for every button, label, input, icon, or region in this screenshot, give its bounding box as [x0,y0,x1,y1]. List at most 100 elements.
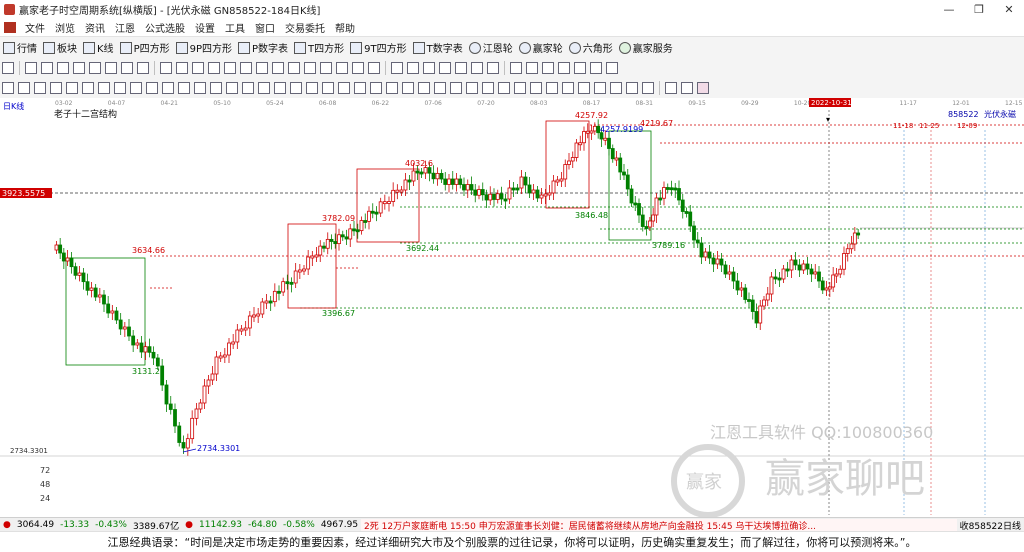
p-square-button[interactable]: P四方形 [117,40,173,55]
car-icon[interactable] [590,62,602,74]
cycle-line-icon[interactable] [226,82,238,94]
print-icon[interactable] [558,62,570,74]
cycle-icon[interactable] [25,62,37,74]
grid-icon[interactable] [2,62,14,74]
arrow-icon[interactable] [2,82,14,94]
ruler-icon[interactable] [418,82,430,94]
menu-help[interactable]: 帮助 [330,20,360,35]
angle-icon[interactable] [290,82,302,94]
restore-button[interactable]: ❐ [964,0,994,18]
menu-settings[interactable]: 设置 [190,20,220,35]
arc-icon[interactable] [162,82,174,94]
diamond-icon[interactable] [320,62,332,74]
hexagon-button[interactable]: 六角形 [566,40,616,55]
menu-file[interactable]: 文件 [20,20,50,35]
candle-icon[interactable] [73,62,85,74]
layer-icon[interactable] [610,82,622,94]
bar-icon[interactable] [57,62,69,74]
time-icon[interactable] [242,82,254,94]
undo-icon[interactable] [498,82,510,94]
volume-icon[interactable] [121,62,133,74]
service-button[interactable]: 赢家服务 [616,40,676,55]
export-icon[interactable] [574,62,586,74]
gann-fan-icon[interactable] [354,82,366,94]
chart2-icon[interactable] [681,82,693,94]
p-table-button[interactable]: P数字表 [235,40,291,55]
9t-square-button[interactable]: 9T四方形 [347,40,409,55]
vline-icon[interactable] [50,82,62,94]
percent-icon[interactable] [322,82,334,94]
forward-icon[interactable] [208,62,220,74]
ellipse-icon[interactable] [114,82,126,94]
candle-up-icon[interactable] [105,62,117,74]
menu-info[interactable]: 资讯 [80,20,110,35]
line-icon[interactable] [423,62,435,74]
window-icon[interactable] [626,82,638,94]
gann-box-icon[interactable] [370,82,382,94]
zoom-icon[interactable] [18,82,30,94]
candle-down-icon[interactable] [89,62,101,74]
rect-icon[interactable] [130,82,142,94]
diamond-icon[interactable] [352,62,364,74]
sector-button[interactable]: 板块 [40,40,80,55]
9p-square-button[interactable]: 9P四方形 [173,40,235,55]
t-table-button[interactable]: T数字表 [410,40,466,55]
copy-icon[interactable] [466,82,478,94]
crosshair-icon[interactable] [407,62,419,74]
first-icon[interactable] [160,62,172,74]
menu-browse[interactable]: 浏览 [50,20,80,35]
fan-icon[interactable] [487,62,499,74]
flag2-icon[interactable] [562,82,574,94]
color-icon[interactable] [455,62,467,74]
last-icon[interactable] [240,62,252,74]
fib-icon[interactable] [194,82,206,94]
table-icon[interactable] [510,62,522,74]
diamond-icon[interactable] [256,62,268,74]
spiral-icon[interactable] [178,82,190,94]
box-icon[interactable] [274,82,286,94]
diamond-icon[interactable] [288,62,300,74]
minimize-button[interactable]: — [934,0,964,18]
calc-icon[interactable] [526,62,538,74]
diamond-icon[interactable] [368,62,380,74]
menu-window[interactable]: 窗口 [250,20,280,35]
winner-wheel-button[interactable]: 赢家轮 [516,40,566,55]
menu-tools[interactable]: 工具 [220,20,250,35]
speed-icon[interactable] [402,82,414,94]
square-icon[interactable] [258,82,270,94]
text-icon[interactable] [439,62,451,74]
note-icon[interactable] [578,82,590,94]
table2-icon[interactable] [665,82,677,94]
redo-icon[interactable] [514,82,526,94]
hand-icon[interactable] [391,62,403,74]
menu-formula[interactable]: 公式选股 [140,20,190,35]
gann-line-icon[interactable] [338,82,350,94]
flag-icon[interactable] [137,62,149,74]
ray-icon[interactable] [98,82,110,94]
grid-line-icon[interactable] [306,82,318,94]
save-icon[interactable] [542,62,554,74]
kline-button[interactable]: K线 [80,40,117,55]
paste-icon[interactable] [482,82,494,94]
lock-icon[interactable] [450,82,462,94]
diamond-icon[interactable] [336,62,348,74]
prev-icon[interactable] [176,62,188,74]
book-icon[interactable] [606,62,618,74]
triangle-icon[interactable] [146,82,158,94]
hline-icon[interactable] [34,82,46,94]
chart-area[interactable]: 03-02 04-07 04-21 05-10 05-24 06-08 06-22 07-06… [0,97,1024,518]
trend-icon[interactable] [66,82,78,94]
gann-wheel-button[interactable]: 江恩轮 [466,40,516,55]
news-ticker[interactable]: 2死 12万户家庭断电 15:50 申万宏源董事长刘健：居民储蓄将继续从房地产向… [361,518,957,532]
back-icon[interactable] [192,62,204,74]
wave-icon[interactable] [210,82,222,94]
star-icon[interactable] [546,82,558,94]
diamond-icon[interactable] [272,62,284,74]
gann-icon[interactable] [471,62,483,74]
channel-icon[interactable] [82,82,94,94]
next-icon[interactable] [224,62,236,74]
chart-icon[interactable] [41,62,53,74]
setting-icon[interactable] [642,82,654,94]
kline-chart[interactable]: 03-02 04-07 04-21 05-10 05-24 06-08 06-22 07-06… [0,97,1024,518]
link-icon[interactable] [697,82,709,94]
